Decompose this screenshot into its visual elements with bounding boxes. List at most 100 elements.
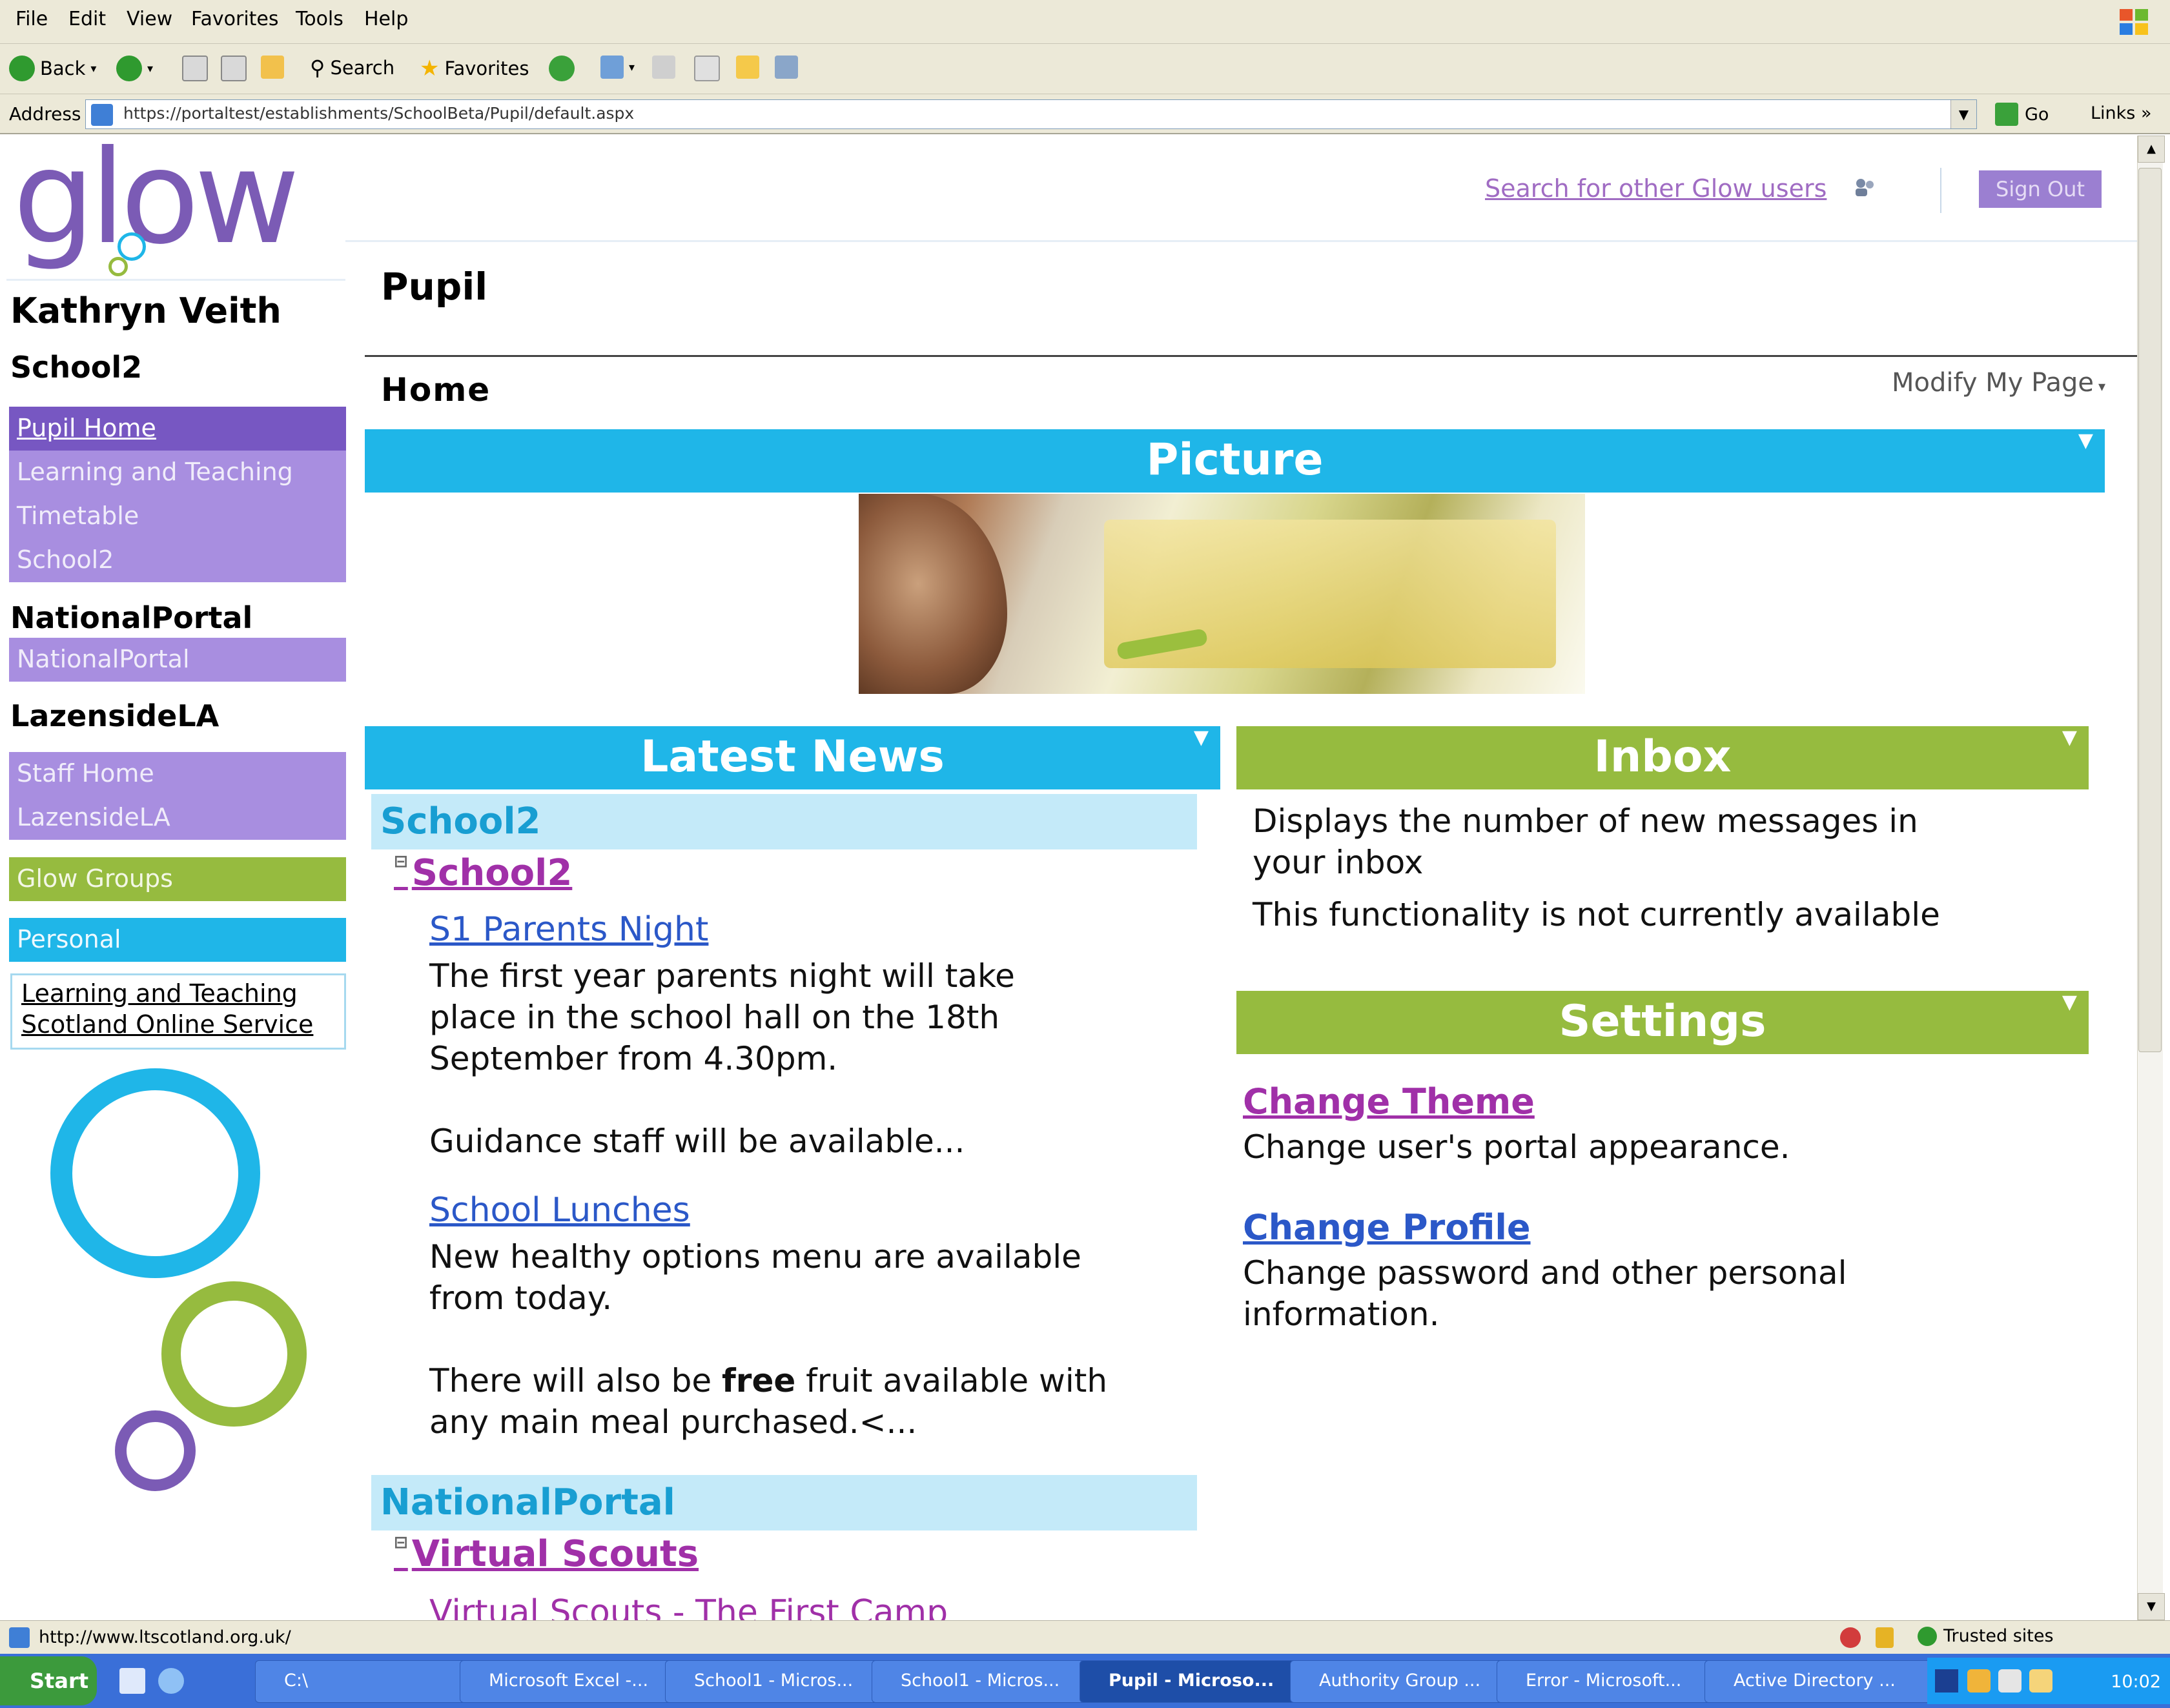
magnifier-icon: ⚲	[310, 56, 325, 80]
task-active-directory[interactable]: Active Directory ...	[1704, 1660, 1934, 1703]
search-glow-users-link[interactable]: Search for other Glow users	[1485, 174, 1827, 203]
news-subgroup-school2[interactable]: ⊟ School2	[394, 852, 572, 894]
sign-out-button[interactable]: Sign Out	[1979, 170, 2102, 208]
back-button[interactable]: Back ▾	[9, 56, 96, 81]
task-school1-b[interactable]: School1 - Micros...	[872, 1660, 1098, 1703]
child-head-shape	[859, 494, 1007, 694]
menu-tools[interactable]: Tools	[296, 8, 343, 30]
news-link-school-lunches[interactable]: School Lunches	[429, 1191, 690, 1230]
stop-icon	[182, 56, 208, 81]
news-link-parents-night[interactable]: S1 Parents Night	[429, 910, 708, 949]
change-profile-description: Change password and other personal infor…	[1243, 1254, 1847, 1333]
go-button[interactable]: Go	[1995, 99, 2049, 129]
glow-groups-nav: Glow Groups	[9, 857, 346, 901]
menu-edit[interactable]: Edit	[68, 8, 106, 30]
header-rule-right	[345, 240, 2137, 242]
settings-header: Settings ▼	[1236, 991, 2089, 1054]
ie-quicklaunch-icon[interactable]	[158, 1668, 184, 1694]
picture-header: Picture ▼	[365, 429, 2105, 493]
links-button[interactable]: Links »	[2091, 103, 2151, 123]
change-theme-link[interactable]: Change Theme	[1243, 1081, 1535, 1122]
stop-button[interactable]	[182, 56, 208, 81]
security-zone[interactable]: Trusted sites	[1918, 1626, 2054, 1646]
forward-button[interactable]: ▾	[116, 56, 153, 81]
show-desktop-icon[interactable]	[119, 1668, 145, 1694]
nav-glow-groups[interactable]: Glow Groups	[9, 857, 346, 901]
folder-button[interactable]	[736, 56, 759, 79]
tray-network-icon[interactable]	[1998, 1669, 2022, 1693]
favorites-button[interactable]: ★ Favorites	[420, 56, 529, 81]
history-icon	[549, 56, 575, 81]
edit-page-icon	[694, 56, 720, 81]
system-tray: 10:02	[1927, 1658, 2170, 1704]
news-category-school2: School2	[371, 794, 1197, 849]
modify-my-page-menu[interactable]: Modify My Page ▾	[1892, 368, 2105, 398]
menu-bar: File Edit View Favorites Tools Help	[0, 0, 2170, 44]
menu-favorites[interactable]: Favorites	[191, 8, 279, 30]
nav-timetable[interactable]: Timetable	[9, 494, 346, 538]
news-menu-dropdown[interactable]: ▼	[1194, 707, 1209, 769]
inbox-menu-dropdown[interactable]: ▼	[2062, 707, 2077, 769]
lock-icon[interactable]	[1876, 1627, 1894, 1648]
personal-nav: Personal	[9, 918, 346, 962]
picture-menu-dropdown[interactable]: ▼	[2078, 410, 2093, 472]
collapse-icon[interactable]: ⊟	[394, 852, 408, 871]
settings-menu-dropdown[interactable]: ▼	[2062, 971, 2077, 1033]
nav-learning-teaching[interactable]: Learning and Teaching	[9, 451, 346, 494]
edit-button[interactable]	[694, 56, 720, 81]
scrollbar-thumb[interactable]	[2138, 168, 2162, 1052]
messenger-button[interactable]	[775, 56, 798, 79]
menu-view[interactable]: View	[127, 8, 172, 30]
task-c-drive[interactable]: C:\	[255, 1660, 478, 1703]
task-excel[interactable]: Microsoft Excel -...	[460, 1660, 686, 1703]
scroll-down-button[interactable]: ▼	[2138, 1593, 2165, 1620]
windows-flag-icon	[2120, 9, 2148, 35]
browser-toolbar: Back ▾ ▾ ⚲ Search ★ Favorites ▾	[0, 44, 2170, 94]
change-profile-link[interactable]: Change Profile	[1243, 1207, 1531, 1248]
status-bar: http://www.ltscotland.org.uk/ Trusted si…	[0, 1620, 2170, 1654]
mail-icon	[600, 56, 624, 79]
folder-icon	[736, 56, 759, 79]
la-nav: Staff Home LazensideLA	[9, 752, 346, 840]
news-link-virtual-scouts-camp[interactable]: Virtual Scouts - The First Camp	[429, 1593, 948, 1620]
address-label: Address	[9, 103, 81, 125]
taskbar: Start C:\ Microsoft Excel -... School1 -…	[0, 1654, 2170, 1708]
nav-school2[interactable]: School2	[9, 538, 346, 582]
back-arrow-icon	[9, 56, 35, 81]
lts-online-service-link[interactable]: Learning and Teaching Scotland Online Se…	[10, 973, 346, 1050]
page-content: glow Search for other Glow users Sign Ou…	[6, 136, 2137, 1620]
task-pupil[interactable]: Pupil - Microso...	[1080, 1660, 1313, 1703]
header-divider	[1940, 168, 1941, 213]
task-authority-group[interactable]: Authority Group ...	[1290, 1660, 1517, 1703]
glow-logo[interactable]: glow	[13, 136, 300, 290]
start-button[interactable]: Start	[0, 1656, 97, 1705]
nav-staff-home[interactable]: Staff Home	[9, 752, 346, 796]
print-button[interactable]	[652, 56, 675, 79]
latest-news-header: Latest News ▼	[365, 726, 1220, 789]
nav-nationalportal[interactable]: NationalPortal	[9, 638, 346, 682]
collapse-icon[interactable]: ⊟	[394, 1533, 408, 1552]
mail-button[interactable]: ▾	[600, 56, 635, 79]
history-button[interactable]	[549, 56, 575, 81]
task-school1-a[interactable]: School1 - Micros...	[665, 1660, 892, 1703]
nav-personal[interactable]: Personal	[9, 918, 346, 962]
logo-ring-green	[108, 257, 128, 276]
menu-help[interactable]: Help	[364, 8, 408, 30]
forward-arrow-icon	[116, 56, 142, 81]
menu-file[interactable]: File	[15, 8, 48, 30]
address-dropdown[interactable]: ▼	[1950, 100, 1976, 128]
popup-blocked-icon[interactable]	[1840, 1627, 1861, 1648]
home-button[interactable]	[261, 56, 284, 79]
task-error[interactable]: Error - Microsoft...	[1497, 1660, 1723, 1703]
search-button[interactable]: ⚲ Search	[310, 56, 394, 80]
tray-app-icon[interactable]	[1935, 1669, 1958, 1693]
news-subgroup-virtual-scouts[interactable]: ⊟ Virtual Scouts	[394, 1533, 699, 1575]
nav-pupil-home[interactable]: Pupil Home	[9, 407, 346, 451]
refresh-button[interactable]	[221, 56, 247, 81]
nav-lazensidela[interactable]: LazensideLA	[9, 796, 346, 840]
tray-security-icon[interactable]	[1967, 1669, 1991, 1693]
address-input[interactable]: https://portaltest/establishments/School…	[85, 99, 1977, 129]
tray-volume-icon[interactable]	[2029, 1669, 2052, 1693]
scroll-up-button[interactable]: ▲	[2138, 136, 2165, 163]
people-search-icon[interactable]	[1853, 176, 1876, 199]
